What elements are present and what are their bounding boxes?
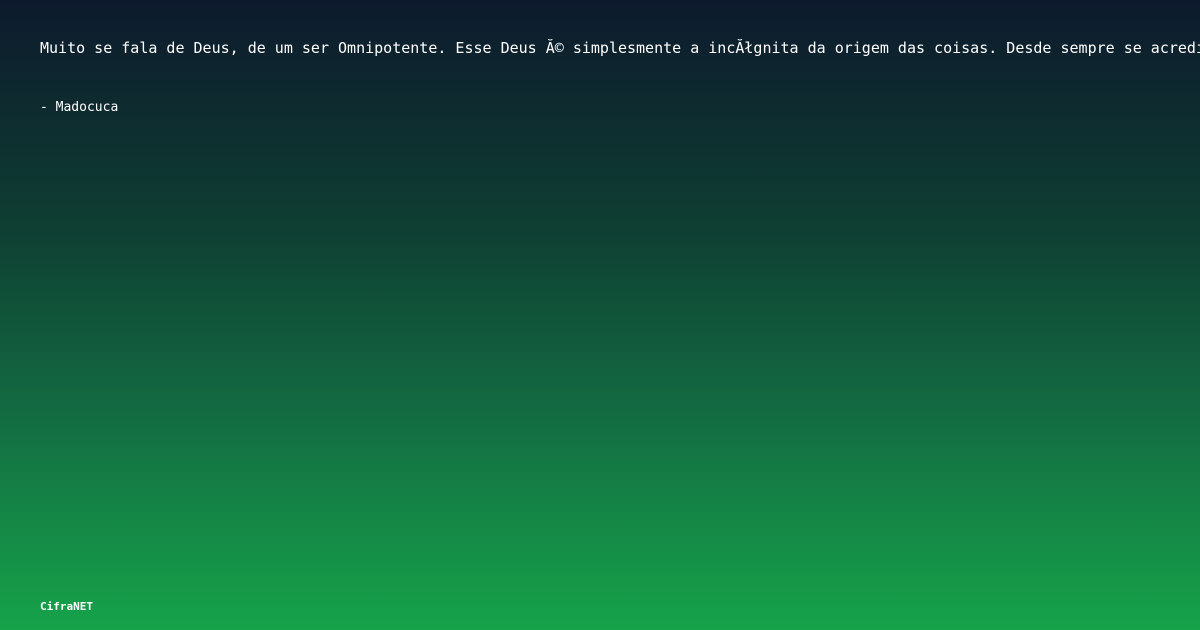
quote-author: - Madocuca (40, 100, 119, 115)
brand-logo-text: CifraNET (40, 600, 93, 613)
quote-text: Muito se fala de Deus, de um ser Omnipot… (40, 39, 1200, 57)
